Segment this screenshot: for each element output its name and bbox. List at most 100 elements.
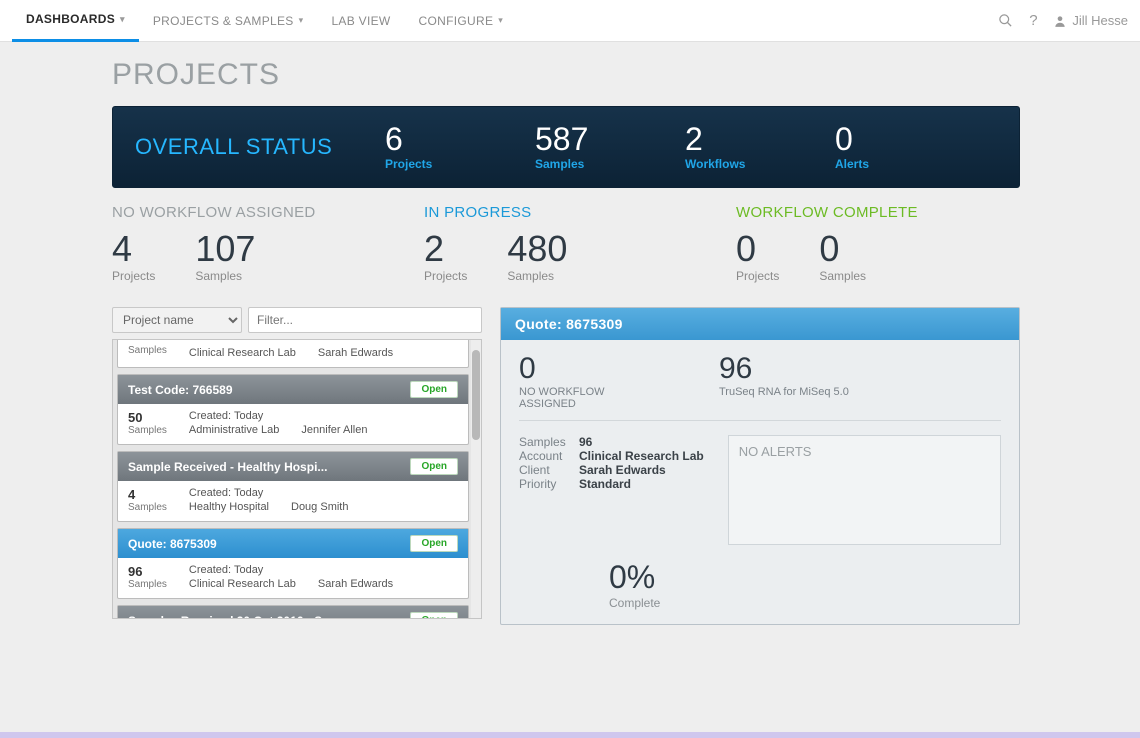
stat-number: 107 (195, 231, 255, 267)
scrollbar[interactable] (471, 340, 481, 618)
card-title: Quote: 8675309 (128, 537, 217, 551)
nav-label: PROJECTS & SAMPLES (153, 14, 294, 28)
stat-caption: Projects (736, 269, 779, 283)
kv-row: AccountClinical Research Lab (519, 449, 704, 463)
stat-number: 480 (507, 231, 567, 267)
page-title: PROJECTS (112, 58, 1020, 92)
filter-field-select[interactable]: Project name (112, 307, 242, 333)
card-title: Test Code: 766589 (128, 383, 233, 397)
stat-number: 0% (609, 559, 1001, 596)
nav-label: CONFIGURE (419, 14, 494, 28)
project-card[interactable]: Samples Clinical Research Lab Sarah Edwa… (117, 339, 469, 368)
substatus-title: NO WORKFLOW ASSIGNED (112, 204, 396, 221)
card-org: Clinical Research Lab (189, 347, 296, 359)
card-count-label: Samples (128, 579, 167, 590)
nav-dashboards[interactable]: DASHBOARDS ▾ (12, 0, 139, 42)
nav-label: LAB VIEW (331, 14, 390, 28)
card-count: 96 (128, 564, 167, 579)
kv-value: Standard (579, 477, 631, 491)
detail-percent-complete: 0% Complete (609, 559, 1001, 610)
kv-row: Samples96 (519, 435, 704, 449)
kv-value: 96 (579, 435, 592, 449)
card-count: 50 (128, 410, 167, 425)
nav-projects-samples[interactable]: PROJECTS & SAMPLES ▾ (139, 0, 318, 42)
top-nav: DASHBOARDS ▾ PROJECTS & SAMPLES ▾ LAB VI… (0, 0, 1140, 42)
project-card[interactable]: Sample Received - Healthy Hospi... Open … (117, 451, 469, 522)
nav-configure[interactable]: CONFIGURE ▾ (405, 0, 518, 42)
chevron-down-icon: ▾ (498, 15, 503, 26)
kv-value: Clinical Research Lab (579, 449, 704, 463)
open-button[interactable]: Open (410, 612, 458, 619)
stat-caption: Samples (819, 269, 866, 283)
detail-workflow: 96 TruSeq RNA for MiSeq 5.0 (719, 354, 849, 410)
kv-key: Client (519, 463, 579, 477)
alerts-box: NO ALERTS (728, 435, 1001, 545)
stat-number: 96 (719, 354, 849, 384)
stat-caption: NO WORKFLOW ASSIGNED (519, 386, 659, 410)
kv-row: PriorityStandard (519, 477, 704, 491)
filter-input[interactable] (248, 307, 482, 333)
project-list: Samples Clinical Research Lab Sarah Edwa… (112, 339, 482, 619)
kv-value: Sarah Edwards (579, 463, 666, 477)
card-contact: Sarah Edwards (318, 578, 393, 590)
stat-caption: Projects (112, 269, 155, 283)
stat-number: 0 (736, 231, 779, 267)
project-card[interactable]: Samples Received 30 Oct 2016 - S... Open… (117, 605, 469, 619)
card-org: Administrative Lab (189, 424, 280, 436)
stat-number: 587 (535, 123, 685, 155)
scrollbar-thumb[interactable] (472, 350, 480, 440)
card-count-label: Samples (128, 502, 167, 513)
card-created: Created: Today (189, 487, 349, 499)
chevron-down-icon: ▾ (120, 14, 125, 25)
stat-caption: Alerts (835, 157, 985, 171)
stat-number: 6 (385, 123, 535, 155)
overall-stat-samples: 587 Samples (535, 123, 685, 171)
search-icon[interactable] (991, 7, 1019, 35)
open-button[interactable]: Open (410, 535, 458, 552)
card-title: Samples Received 30 Oct 2016 - S... (128, 614, 332, 620)
card-count-label: Samples (128, 345, 167, 356)
card-contact: Jennifer Allen (301, 424, 367, 436)
substatus-title: IN PROGRESS (424, 204, 708, 221)
overall-status-label: OVERALL STATUS (135, 134, 385, 160)
card-contact: Doug Smith (291, 501, 348, 513)
project-card[interactable]: Test Code: 766589 Open 50 Samples Create… (117, 374, 469, 445)
overall-stat-projects: 6 Projects (385, 123, 535, 171)
card-count-label: Samples (128, 425, 167, 436)
stat-caption: Samples (507, 269, 567, 283)
stat-caption: TruSeq RNA for MiSeq 5.0 (719, 386, 849, 398)
stat-caption: Samples (535, 157, 685, 171)
user-icon (1053, 14, 1067, 28)
stat-number: 0 (819, 231, 866, 267)
stat-caption: Workflows (685, 157, 835, 171)
card-title: Sample Received - Healthy Hospi... (128, 460, 327, 474)
overall-stat-alerts: 0 Alerts (835, 123, 985, 171)
detail-no-workflow: 0 NO WORKFLOW ASSIGNED (519, 354, 659, 410)
substatus-row: NO WORKFLOW ASSIGNED 4 Projects 107 Samp… (112, 204, 1020, 283)
help-icon[interactable]: ? (1019, 7, 1047, 35)
overall-status-bar: OVERALL STATUS 6 Projects 587 Samples 2 … (112, 106, 1020, 188)
chevron-down-icon: ▾ (299, 15, 304, 26)
stat-number: 0 (519, 354, 659, 384)
project-detail-panel: Quote: 8675309 0 NO WORKFLOW ASSIGNED 96… (500, 307, 1020, 625)
stat-number: 4 (112, 231, 155, 267)
substatus-complete: WORKFLOW COMPLETE 0 Projects 0 Samples (736, 204, 1020, 283)
card-count: 4 (128, 487, 167, 502)
open-button[interactable]: Open (410, 381, 458, 398)
substatus-in-progress: IN PROGRESS 2 Projects 480 Samples (424, 204, 708, 283)
kv-key: Account (519, 449, 579, 463)
project-card[interactable]: Quote: 8675309 Open 96 Samples Created: … (117, 528, 469, 599)
open-button[interactable]: Open (410, 458, 458, 475)
overall-stat-workflows: 2 Workflows (685, 123, 835, 171)
user-menu[interactable]: Jill Hesse (1053, 13, 1128, 28)
card-contact: Sarah Edwards (318, 347, 393, 359)
alerts-label: NO ALERTS (739, 444, 812, 459)
stat-caption: Samples (195, 269, 255, 283)
stat-caption: Complete (609, 596, 1001, 610)
card-org: Clinical Research Lab (189, 578, 296, 590)
stat-caption: Projects (424, 269, 467, 283)
nav-lab-view[interactable]: LAB VIEW (317, 0, 404, 42)
nav-label: DASHBOARDS (26, 12, 115, 26)
bottom-accent-bar (0, 732, 1140, 738)
detail-title: Quote: 8675309 (501, 308, 1019, 340)
